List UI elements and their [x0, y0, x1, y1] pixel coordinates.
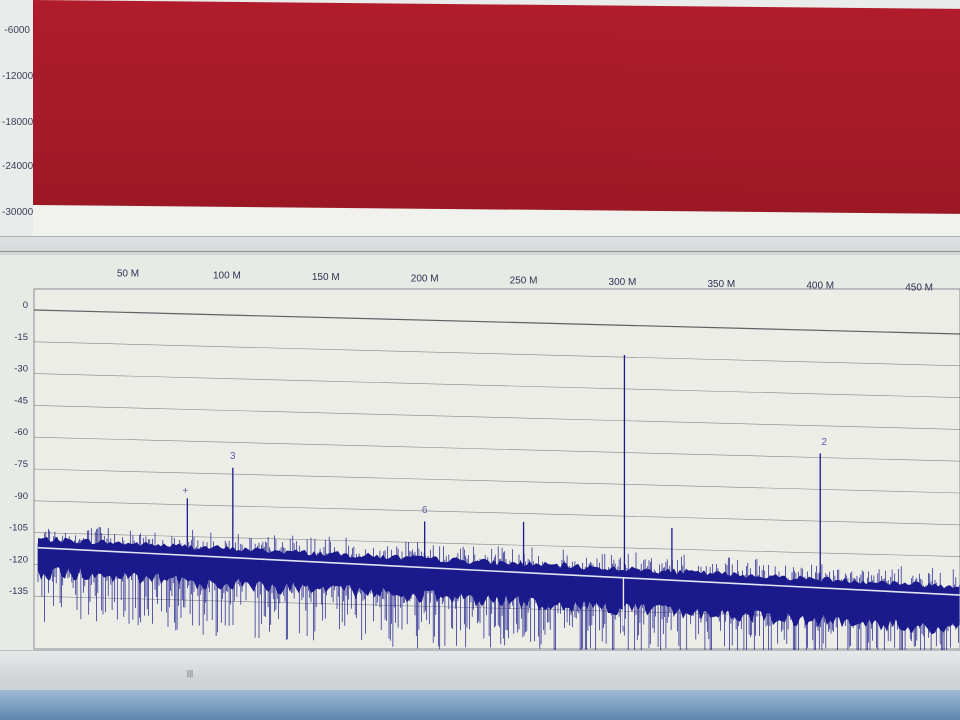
y-tick-label: -120 — [9, 554, 28, 565]
x-tick-label: 50 M — [117, 269, 139, 280]
time-y-tick: -18000 — [2, 117, 34, 128]
time-domain-panel: -6000 -12000 -18000 -24000 -30000 — [0, 0, 960, 240]
y-tick-label: 0 — [23, 300, 28, 311]
x-tick-label: 450 M — [905, 282, 933, 293]
spectrum-analyzer-screen: -6000 -12000 -18000 -24000 -30000 50 M 10… — [0, 0, 960, 720]
y-tick-label: -90 — [14, 491, 28, 502]
spectrum-panel: 50 M 100 M 150 M 200 M 250 M 300 M 350 M 400 M 4… — [0, 255, 960, 665]
peak-marker-label: 3 — [230, 451, 236, 462]
y-tick-label: -75 — [14, 459, 28, 470]
y-tick-label: -45 — [14, 395, 28, 406]
x-tick-label: 250 M — [510, 275, 538, 286]
peak-marker-label: 2 — [821, 437, 827, 448]
x-tick-label: 200 M — [411, 274, 439, 285]
taskbar-strip — [0, 690, 960, 720]
x-tick-label: 350 M — [707, 279, 735, 290]
x-tick-label: 150 M — [312, 272, 340, 283]
y-axis-ticks: 0 -15 -30 -45 -60 -75 -90 -105 -120 -135 — [9, 300, 28, 597]
time-y-tick: -6000 — [4, 25, 30, 36]
y-tick-label: -60 — [14, 427, 28, 438]
horizontal-scrollbar[interactable] — [0, 650, 960, 681]
time-y-tick: -30000 — [2, 207, 34, 218]
peak-marker-label: 6 — [422, 505, 428, 516]
x-tick-label: 400 M — [806, 281, 834, 292]
peak-marker-label: + — [182, 486, 188, 497]
y-tick-label: -30 — [14, 364, 28, 375]
splitter-line — [0, 251, 960, 252]
time-y-tick: -24000 — [2, 161, 34, 172]
y-tick-label: -135 — [9, 586, 28, 597]
time-y-tick: -12000 — [2, 71, 34, 82]
spectrum-chart: 50 M 100 M 150 M 200 M 250 M 300 M 350 M 400 M 4… — [9, 269, 960, 665]
scrollbar-grip-icon[interactable]: ||| — [185, 670, 195, 678]
y-tick-label: -15 — [14, 332, 28, 343]
x-tick-label: 300 M — [609, 277, 637, 288]
y-tick-label: -105 — [9, 523, 28, 534]
time-domain-fill — [33, 0, 960, 214]
x-tick-label: 100 M — [213, 270, 241, 281]
